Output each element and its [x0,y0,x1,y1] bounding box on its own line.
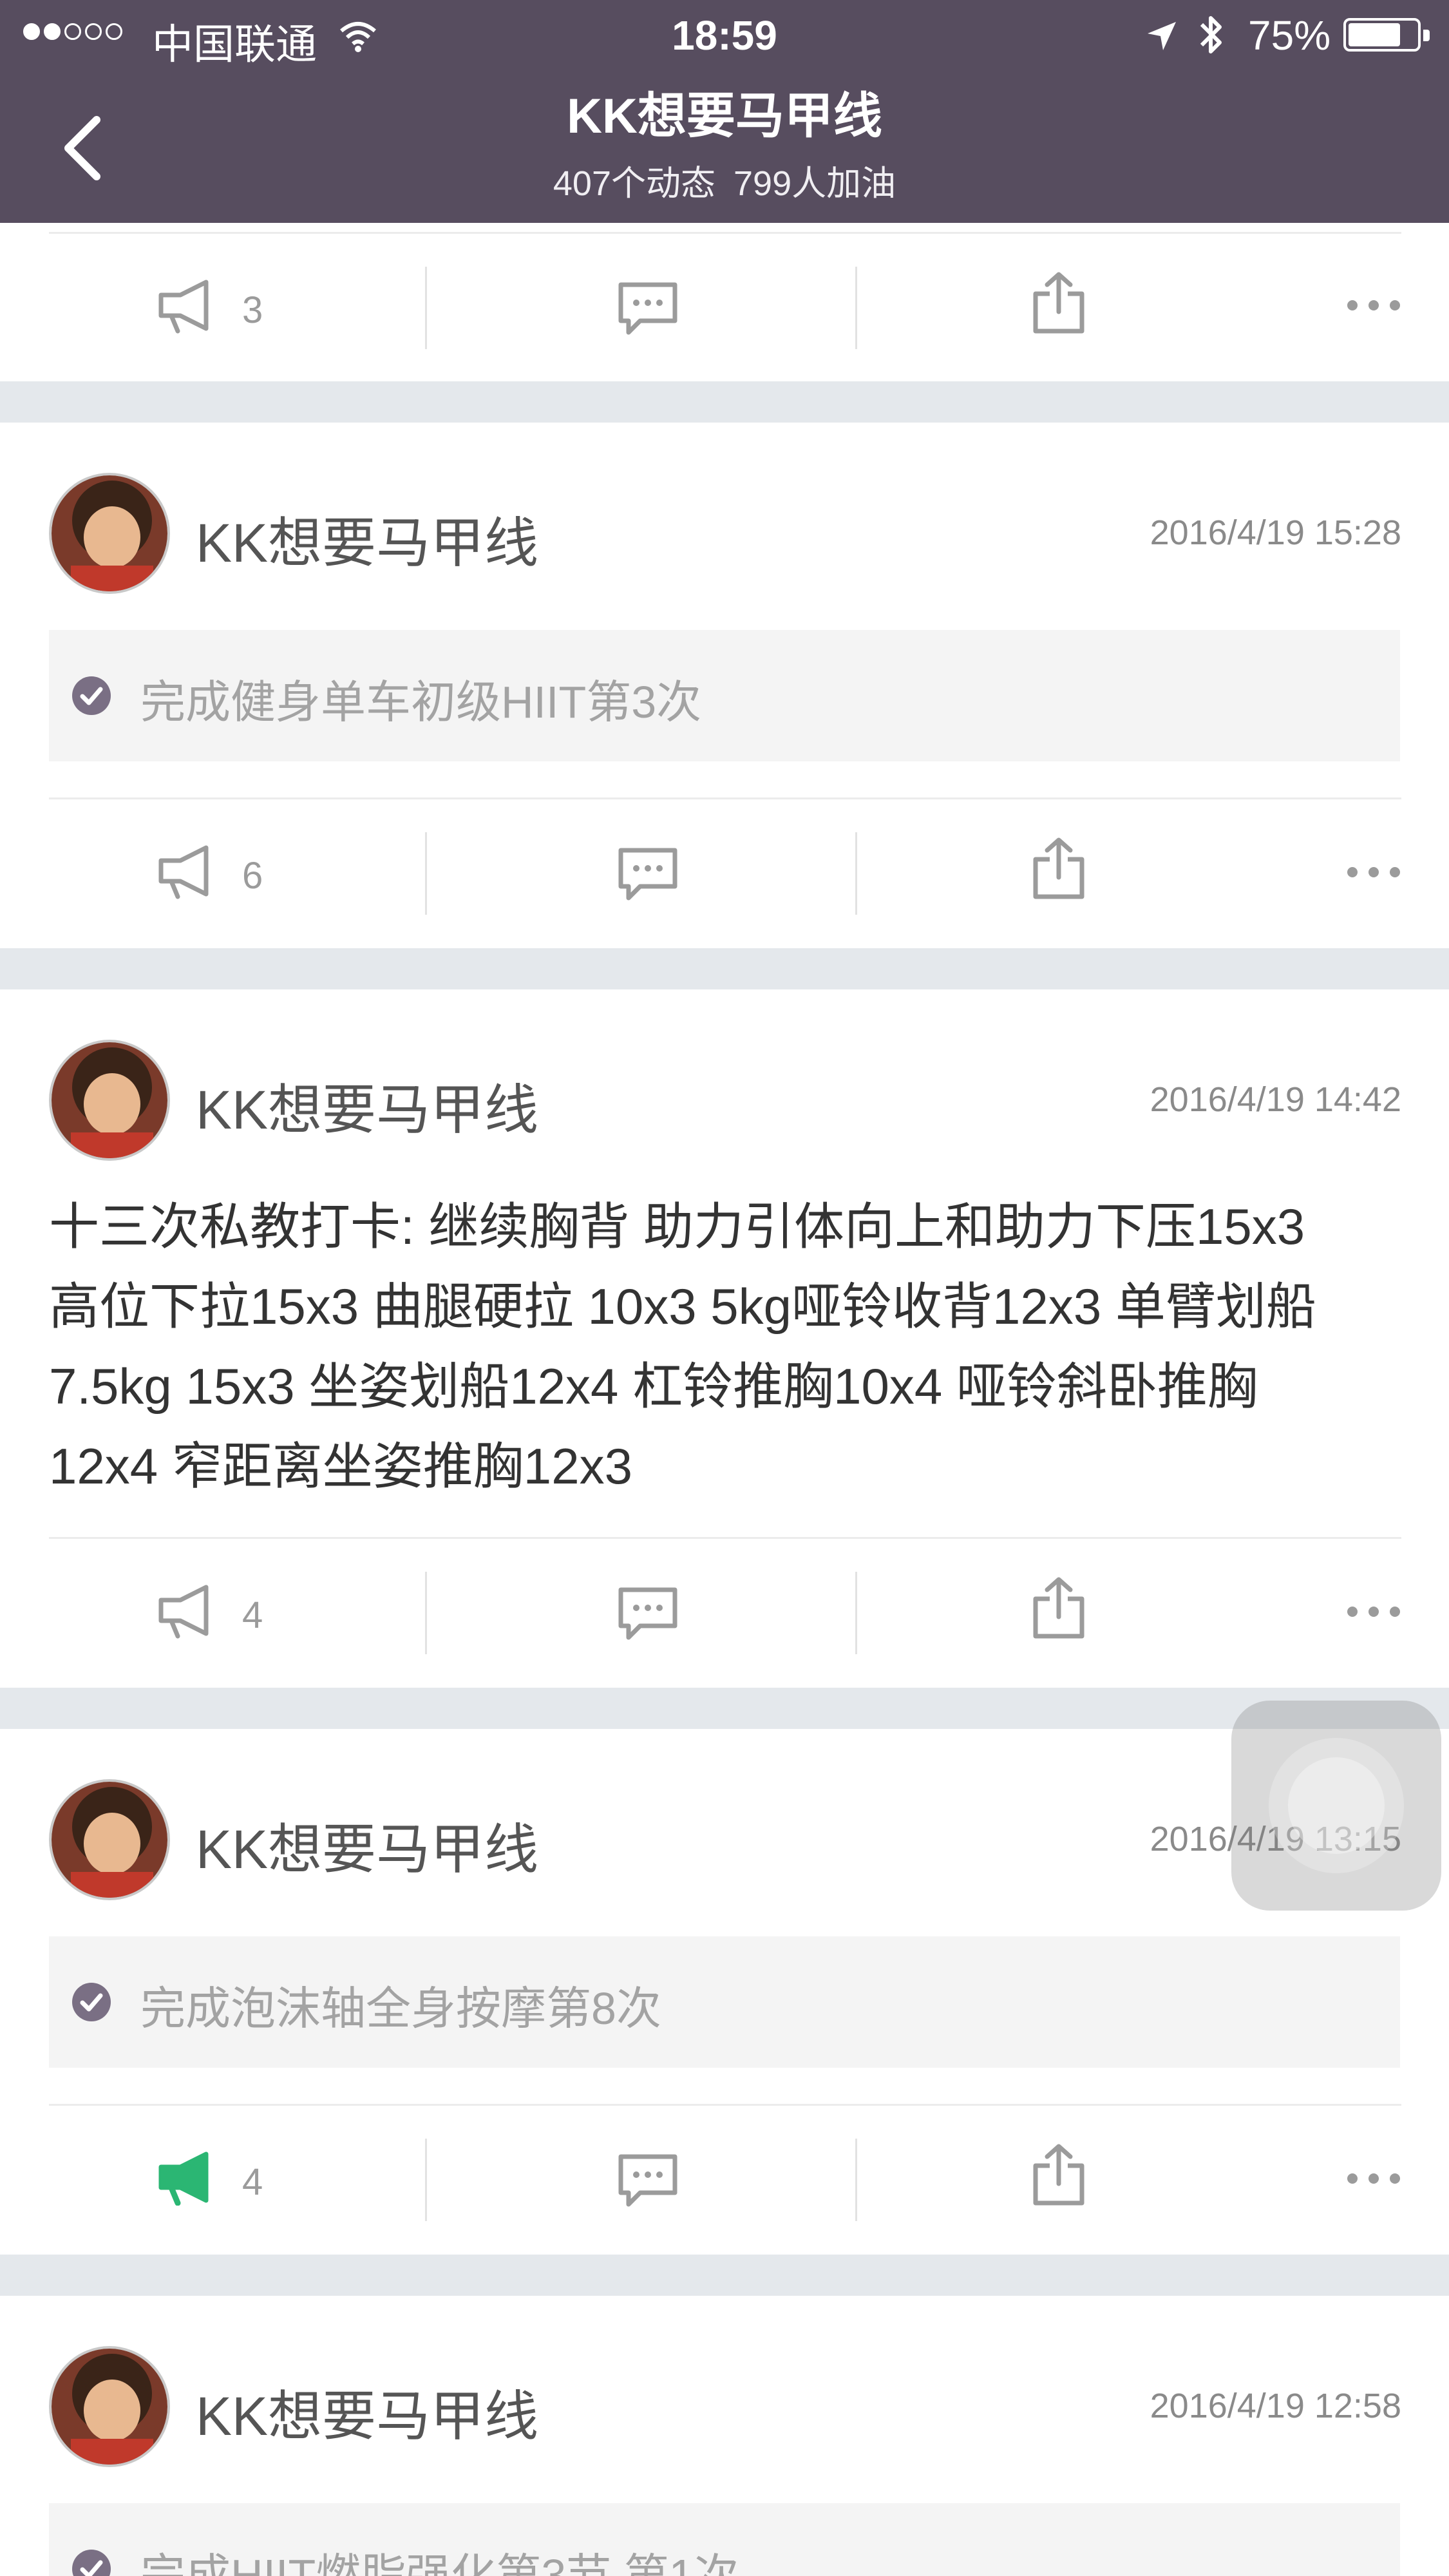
divider [425,832,427,915]
cheer-count: 6 [242,855,263,897]
feed-post: KK想要马甲线 2016/4/19 15:28 完成健身单车初级HIIT第3次 … [0,423,1449,948]
post-text-line: 12x4 窄距离坐姿推胸12x3 [49,1438,632,1494]
author-name[interactable]: KK想要马甲线 [196,1067,538,1145]
megaphone-icon[interactable] [152,1583,219,1639]
share-icon[interactable] [1030,836,1087,901]
megaphone-icon[interactable] [152,844,219,899]
avatar[interactable] [49,2346,170,2467]
divider [855,832,857,915]
avatar[interactable] [49,473,170,594]
location-arrow-icon [1148,22,1176,50]
post-text-line: 7.5kg 15x3 坐姿划船12x4 杠铃推胸10x4 哑铃斜卧推胸 [49,1358,1258,1415]
post-text-line: 十三次私教打卡: 继续胸背 助力引体向上和助力下压15x3 [49,1198,1305,1255]
divider [49,2104,1401,2106]
author-name[interactable]: KK想要马甲线 [196,2373,538,2451]
task-text: 完成HIIT燃脂强化第3节 第1次 [140,2550,739,2576]
check-icon [72,1983,111,2021]
divider [425,1572,427,1654]
task-text: 完成健身单车初级HIIT第3次 [140,677,702,727]
cheer-count: 4 [242,1594,263,1636]
divider [49,797,1401,799]
megaphone-filled-icon[interactable] [152,2150,219,2206]
section-separator [0,2255,1449,2296]
author-name[interactable]: KK想要马甲线 [196,500,538,578]
cheers-count: 799人加油 [734,164,896,203]
post-text-line: 高位下拉15x3 曲腿硬拉 10x3 5kg哑铃收背12x3 单臂划船 [49,1278,1316,1335]
header-stats: 407个动态 799人加油 [0,155,1449,205]
battery-percent: 75% [1248,12,1331,59]
divider [49,1537,1401,1539]
assistive-touch-button[interactable] [1231,1701,1441,1911]
divider [855,267,857,349]
share-icon[interactable] [1030,1576,1087,1640]
more-icon[interactable] [1346,1605,1401,1618]
divider [855,2139,857,2221]
author-name[interactable]: KK想要马甲线 [196,1806,538,1884]
task-card[interactable]: 完成泡沫轴全身按摩第8次 [49,1936,1400,2068]
task-card[interactable]: 完成HIIT燃脂强化第3节 第1次 [49,2503,1400,2576]
task-text: 完成泡沫轴全身按摩第8次 [140,1983,661,2034]
share-icon[interactable] [1030,271,1087,335]
task-card[interactable]: 完成健身单车初级HIIT第3次 [49,630,1400,761]
page-title: KK想要马甲线 [567,89,882,144]
share-icon[interactable] [1030,2142,1087,2207]
divider [855,1572,857,1654]
check-icon [72,2550,111,2576]
divider [425,267,427,349]
bluetooth-icon [1200,16,1222,53]
more-icon[interactable] [1346,866,1401,879]
post-text[interactable]: 十三次私教打卡: 继续胸背 助力引体向上和助力下压15x3 高位下拉15x3 曲… [49,1187,1408,1506]
avatar[interactable] [49,1779,170,1900]
status-time: 18:59 [672,12,777,59]
battery-icon [1343,18,1430,52]
comment-icon[interactable] [617,846,679,903]
divider [425,2139,427,2221]
section-separator [0,381,1449,423]
megaphone-icon[interactable] [152,278,219,334]
post-date: 2016/4/19 15:28 [1150,513,1401,552]
comment-icon[interactable] [617,281,679,338]
more-icon[interactable] [1346,299,1401,312]
feed-post: KK想要马甲线 2016/4/19 12:58 完成HIIT燃脂强化第3节 第1… [0,2296,1449,2576]
comment-icon[interactable] [617,1586,679,1643]
action-bar: 3 [0,232,1449,381]
posts-count: 407个动态 [553,164,715,203]
feed-post: KK想要马甲线 2016/4/19 14:42 十三次私教打卡: 继续胸背 助力… [0,989,1449,1688]
post-date: 2016/4/19 12:58 [1150,2387,1401,2425]
comment-icon[interactable] [617,2153,679,2209]
navigation-header: 中国联通 18:59 75% KK想要马甲线 407个动态 799人加油 [0,0,1449,223]
section-separator [0,948,1449,989]
post-date: 2016/4/19 14:42 [1150,1080,1401,1119]
check-icon [72,676,111,715]
more-icon[interactable] [1346,2172,1401,2185]
cheer-count: 3 [242,289,263,331]
avatar[interactable] [49,1040,170,1161]
cheer-count: 4 [242,2161,263,2203]
section-separator [0,1688,1449,1729]
